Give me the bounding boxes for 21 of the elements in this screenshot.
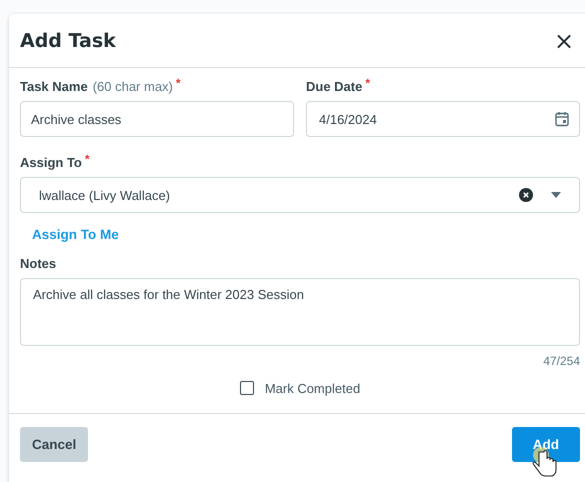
character-counter: 47/254 (543, 354, 580, 368)
checkbox[interactable] (240, 381, 254, 395)
task-name-field[interactable]: Archive classes (20, 101, 294, 137)
cancel-button[interactable]: Cancel (20, 427, 88, 462)
assign-to-select[interactable]: lwallace (Livy Wallace) (20, 177, 580, 213)
field-label: Task Name (20, 79, 88, 94)
calendar-icon[interactable] (555, 111, 569, 127)
close-button[interactable]: × (554, 30, 574, 50)
field-label: Due Date (306, 79, 362, 94)
notes-field[interactable]: Archive all classes for the Winter 2023 Session (20, 278, 580, 346)
dialog-title: Add Task (20, 30, 116, 52)
checkbox-label: Mark Completed (264, 380, 360, 396)
required-asterisk: * (84, 152, 90, 166)
required-asterisk: * (365, 76, 370, 90)
field-hint: (60 char max) (92, 79, 173, 94)
due-date-field[interactable]: 4/16/2024 (306, 101, 580, 137)
field-label: Notes (20, 256, 56, 271)
field-label: Assign To (20, 155, 82, 170)
required-asterisk: * (176, 76, 181, 90)
caret-icon[interactable] (551, 192, 561, 198)
clear-icon[interactable] (519, 188, 533, 202)
